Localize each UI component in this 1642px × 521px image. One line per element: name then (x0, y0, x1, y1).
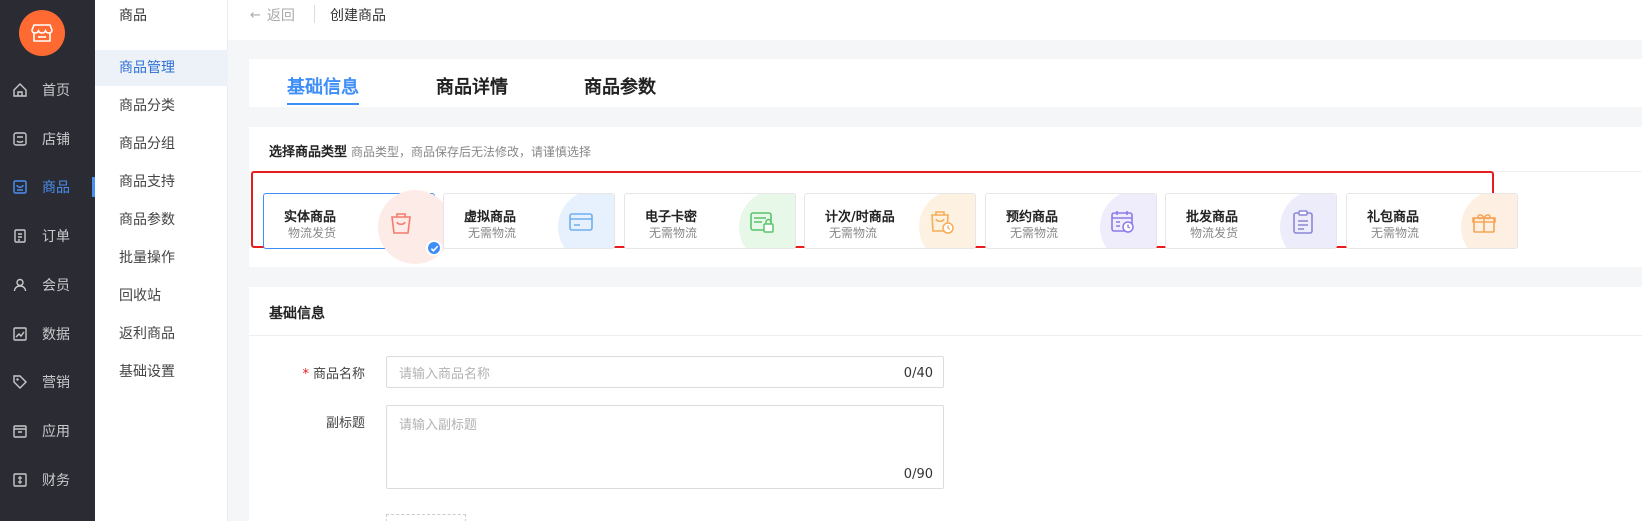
shop-icon (12, 131, 28, 147)
subnav-item-2[interactable]: 商品分组 (95, 126, 228, 162)
goods-name-label-text: 商品名称 (312, 367, 365, 382)
timer-bag-icon (929, 209, 955, 235)
member-icon (12, 277, 28, 293)
gift-icon (1471, 209, 1497, 235)
subtitle-label: 副标题 (325, 416, 365, 431)
goods-name-input[interactable]: 请输入商品名称 0/40 (386, 356, 944, 388)
goods-type-option-5[interactable]: 批发商品 物流发货 (1165, 193, 1337, 249)
app-icon (12, 423, 28, 439)
option-name: 虚拟商品 (464, 210, 517, 225)
nav-item-6[interactable]: 营销 (0, 359, 95, 405)
basic-info-section: 基础信息 * 商品名称 请输入商品名称 0/40 副标题 请输入副标题 0/90 (249, 287, 1642, 521)
subtitle-placeholder: 请输入副标题 (399, 418, 478, 433)
nav-item-label: 营销 (42, 375, 70, 392)
tag-icon (12, 374, 28, 390)
goods-type-option-1[interactable]: 虚拟商品 无需物流 (443, 193, 615, 249)
option-name: 实体商品 (284, 210, 337, 225)
subnav-item-8[interactable]: 基础设置 (95, 354, 228, 390)
back-button[interactable]: ← 返回 (250, 5, 295, 25)
store-logo-icon[interactable] (19, 10, 65, 56)
goods-type-option-6[interactable]: 礼包商品 无需物流 (1346, 193, 1518, 249)
nav-item-label: 商品 (42, 180, 70, 197)
nav-item-7[interactable]: 应用 (0, 408, 95, 454)
nav-item-label: 会员 (42, 277, 70, 294)
subnav-title: 商品 (119, 8, 147, 24)
nav-item-3[interactable]: 订单 (0, 213, 95, 259)
tab-goods-detail[interactable]: 商品详情 (436, 73, 508, 99)
subtitle-counter: 0/90 (903, 467, 933, 482)
back-label: 返回 (266, 8, 295, 24)
card-icon (568, 209, 594, 235)
tab-goods-params[interactable]: 商品参数 (584, 73, 656, 99)
clipboard-icon (1290, 209, 1316, 235)
subnav-item-3[interactable]: 商品支持 (95, 164, 228, 200)
option-name: 批发商品 (1186, 210, 1239, 225)
nav-item-8[interactable]: 财务 (0, 457, 95, 503)
divider (249, 335, 1642, 336)
option-subtitle: 无需物流 (1010, 226, 1059, 240)
goods-name-label: * 商品名称 (249, 363, 365, 382)
nav-item-4[interactable]: 会员 (0, 262, 95, 308)
bag-icon (388, 209, 414, 235)
option-name: 计次/时商品 (825, 210, 895, 225)
option-subtitle: 无需物流 (829, 226, 878, 240)
tab-basic-info[interactable]: 基础信息 (287, 73, 359, 99)
nav-item-5[interactable]: 数据 (0, 311, 95, 357)
nav-item-label: 应用 (42, 423, 70, 440)
goods-type-option-2[interactable]: 电子卡密 无需物流 (624, 193, 796, 249)
option-name: 电子卡密 (645, 210, 698, 225)
active-tab-indicator (287, 103, 359, 105)
chart-icon (12, 326, 28, 342)
nav-item-label: 财务 (42, 472, 70, 489)
finance-icon (12, 472, 28, 488)
option-subtitle: 物流发货 (1190, 226, 1239, 240)
goods-type-option-3[interactable]: 计次/时商品 无需物流 (804, 193, 976, 249)
goods-type-option-4[interactable]: 预约商品 无需物流 (985, 193, 1157, 249)
subnav-item-7[interactable]: 返利商品 (95, 316, 228, 352)
nav-item-2[interactable]: 商品 (0, 164, 95, 210)
subnav-item-6[interactable]: 回收站 (95, 278, 228, 314)
top-bar: ← 返回 创建商品 (228, 0, 1642, 40)
subnav-item-1[interactable]: 商品分类 (95, 88, 228, 124)
goods-type-option-0[interactable]: 实体商品 物流发货 (263, 190, 452, 264)
subnav-item-5[interactable]: 批量操作 (95, 240, 228, 276)
nav-item-0[interactable]: 首页 (0, 67, 95, 113)
arrow-left-icon: ← (250, 7, 261, 23)
type-section-hint: 商品类型，商品保存后无法修改，请谨慎选择 (351, 145, 592, 159)
goods-name-placeholder: 请输入商品名称 (399, 367, 491, 382)
tab-bar: 基础信息 商品详情 商品参数 (249, 59, 1642, 107)
calendar-icon (1110, 209, 1136, 235)
basic-info-title: 基础信息 (269, 306, 325, 322)
option-name: 预约商品 (1006, 210, 1059, 225)
nav-item-label: 数据 (42, 326, 70, 343)
image-upload-box[interactable] (386, 514, 466, 521)
selected-check-icon (426, 240, 442, 256)
home-icon (12, 82, 28, 98)
subnav-item-4[interactable]: 商品参数 (95, 202, 228, 238)
option-name: 礼包商品 (1367, 210, 1420, 225)
goods-name-counter: 0/40 (903, 366, 933, 381)
nav-item-label: 首页 (42, 83, 70, 99)
option-subtitle: 物流发货 (288, 226, 337, 240)
type-section-title: 选择商品类型 (269, 145, 348, 160)
nav-item-label: 店铺 (42, 131, 70, 148)
nav-item-label: 订单 (42, 229, 70, 246)
goods-icon (12, 179, 28, 195)
required-mark: * (302, 367, 309, 382)
subtitle-textarea[interactable]: 请输入副标题 0/90 (386, 405, 944, 489)
breadcrumb: 创建商品 (330, 8, 386, 24)
divider (314, 5, 315, 23)
order-icon (12, 228, 28, 244)
nav-item-1[interactable]: 店铺 (0, 116, 95, 162)
subnav-item-0[interactable]: 商品管理 (95, 50, 228, 86)
ecard-icon (749, 209, 775, 235)
option-subtitle: 无需物流 (1371, 226, 1420, 240)
sub-sidebar: 商品 商品管理 商品分类 商品分组 商品支持 商品参数 批量操作 回收站 返利商品 基础设置 (95, 0, 228, 521)
option-subtitle: 无需物流 (468, 226, 517, 240)
main-sidebar: 首页店铺商品订单会员数据营销应用财务 (0, 0, 95, 521)
type-section-header: 选择商品类型 商品类型，商品保存后无法修改，请谨慎选择 (269, 141, 591, 160)
option-subtitle: 无需物流 (649, 226, 698, 240)
